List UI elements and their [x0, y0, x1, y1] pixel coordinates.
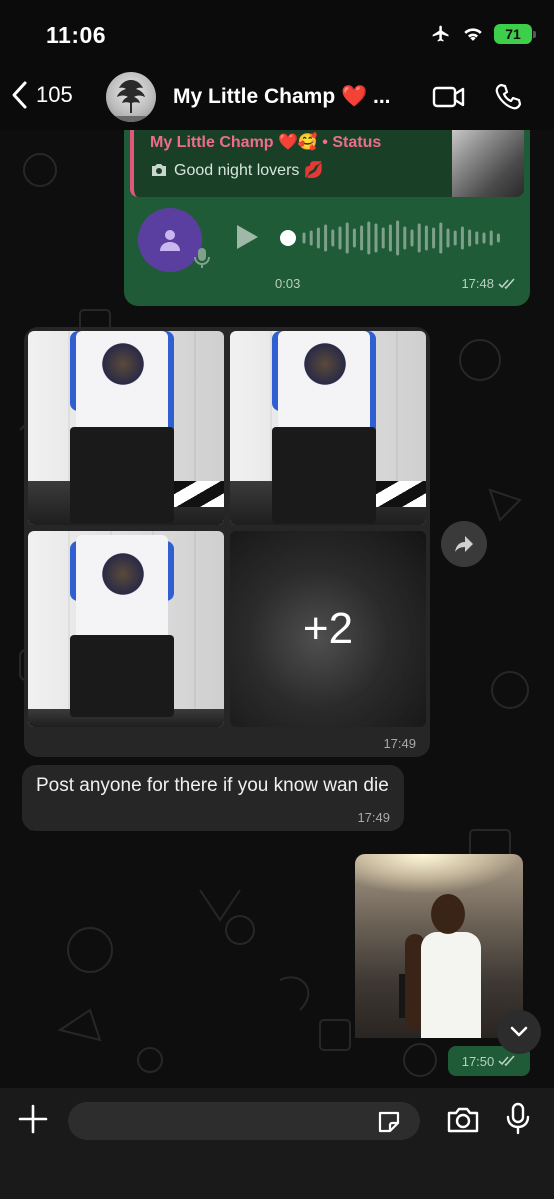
- scroll-to-bottom-button[interactable]: [497, 1010, 541, 1054]
- forward-button[interactable]: [441, 521, 487, 567]
- video-message-thumbnail[interactable]: [355, 854, 523, 1038]
- avatar[interactable]: [106, 72, 156, 122]
- video-call-icon: [432, 86, 465, 108]
- audio-waveform[interactable]: [280, 218, 506, 258]
- album-more-photos[interactable]: +2: [230, 531, 426, 727]
- text-message-bubble[interactable]: Post anyone for there if you know wan di…: [22, 765, 404, 831]
- status-bar: 11:06 71: [0, 0, 554, 66]
- photo-album-bubble[interactable]: +2 17:49: [24, 327, 430, 757]
- message-input[interactable]: [68, 1102, 420, 1140]
- status-thumbnail: [452, 130, 524, 197]
- sticker-button[interactable]: [376, 1109, 402, 1140]
- voice-sender-avatar: [138, 208, 202, 272]
- quoted-caption: Good night lovers 💋: [174, 162, 324, 179]
- battery-indicator: 71: [494, 24, 536, 44]
- chevron-down-icon: [510, 1026, 528, 1037]
- forward-icon: [455, 536, 473, 552]
- camera-icon: [447, 1107, 479, 1133]
- contact-name[interactable]: My Little Champ ❤️ ...: [173, 85, 391, 109]
- airplane-icon: [432, 25, 449, 42]
- back-button[interactable]: 105: [10, 80, 73, 110]
- attach-button[interactable]: [18, 1104, 48, 1139]
- video-call-button[interactable]: [432, 84, 466, 115]
- double-check-icon: [498, 1055, 515, 1067]
- camera-icon: [152, 164, 166, 176]
- message-timestamp: 17:49: [357, 810, 390, 825]
- voice-call-button[interactable]: [494, 82, 524, 117]
- voice-record-button[interactable]: [506, 1102, 530, 1141]
- album-photo[interactable]: [28, 331, 224, 525]
- sticker-icon: [378, 1111, 400, 1133]
- message-timestamp: 17:48: [461, 276, 516, 291]
- more-photos-count: +2: [230, 531, 426, 727]
- mic-indicator: [194, 246, 210, 275]
- timestamp-text: 17:48: [461, 276, 494, 291]
- album-photo[interactable]: [28, 531, 224, 727]
- wifi-icon: [464, 28, 482, 41]
- timestamp-text: 17:50: [461, 1053, 495, 1069]
- camera-button[interactable]: [446, 1106, 480, 1139]
- phone-icon: [495, 83, 522, 110]
- status-icons: 71: [430, 24, 536, 44]
- audio-message-bubble[interactable]: My Little Champ ❤️🥰 • Status Good night …: [124, 130, 530, 306]
- tree-avatar-image: [106, 80, 156, 122]
- chevron-left-icon: [12, 81, 27, 109]
- chat-header: 105 My Little Champ ❤️ ...: [0, 66, 554, 130]
- quoted-author: My Little Champ ❤️🥰 • Status: [150, 134, 382, 151]
- double-check-icon: [498, 277, 515, 289]
- audio-duration: 0:03: [275, 276, 301, 291]
- microphone-icon: [506, 1102, 530, 1135]
- microphone-icon: [194, 248, 210, 268]
- play-button[interactable]: [234, 223, 260, 256]
- quoted-text-row: Good night lovers 💋: [150, 160, 324, 180]
- message-text: Post anyone for there if you know wan di…: [36, 775, 389, 796]
- message-timestamp: 17:49: [383, 736, 416, 751]
- plus-icon: [18, 1104, 48, 1134]
- play-icon: [237, 225, 258, 249]
- chat-area[interactable]: My Little Champ ❤️🥰 • Status Good night …: [0, 130, 554, 1088]
- quoted-status[interactable]: My Little Champ ❤️🥰 • Status Good night …: [130, 130, 524, 197]
- unread-count: 105: [36, 82, 73, 107]
- status-time: 11:06: [46, 22, 107, 48]
- album-photo[interactable]: [230, 331, 426, 525]
- person-icon: [160, 230, 180, 251]
- composer-bar: [0, 1088, 554, 1199]
